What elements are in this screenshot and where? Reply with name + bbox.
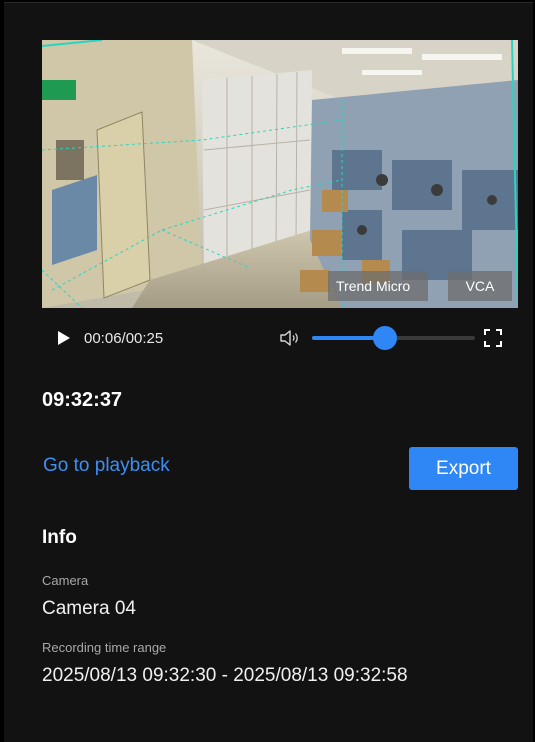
playback-time: 00:06/00:25 [84,330,164,347]
overlay-tag-vca: VCA [448,271,512,301]
export-button[interactable]: Export [409,447,518,490]
recording-range-value: 2025/08/13 09:32:30 - 2025/08/13 09:32:5… [42,665,408,686]
player-controls: 00:06/00:25 [42,318,518,358]
info-heading: Info [42,527,77,548]
volume-slider[interactable] [312,326,475,350]
current-time: 09:32:37 [42,389,123,411]
recording-range-label: Recording time range [42,640,167,655]
video-player-frame[interactable]: Trend Micro VCA [42,40,518,308]
play-button[interactable] [56,330,72,346]
play-icon [58,331,70,345]
camera-value: Camera 04 [42,598,136,619]
volume-button[interactable] [279,328,301,348]
volume-icon [280,330,298,346]
volume-thumb[interactable] [373,326,398,350]
fullscreen-icon [484,329,502,347]
overlay-tag-vendor: Trend Micro [328,271,428,301]
fullscreen-button[interactable] [484,329,502,347]
go-to-playback-link[interactable]: Go to playback [43,455,170,477]
camera-feed-image [42,40,518,308]
camera-label: Camera [42,573,89,588]
